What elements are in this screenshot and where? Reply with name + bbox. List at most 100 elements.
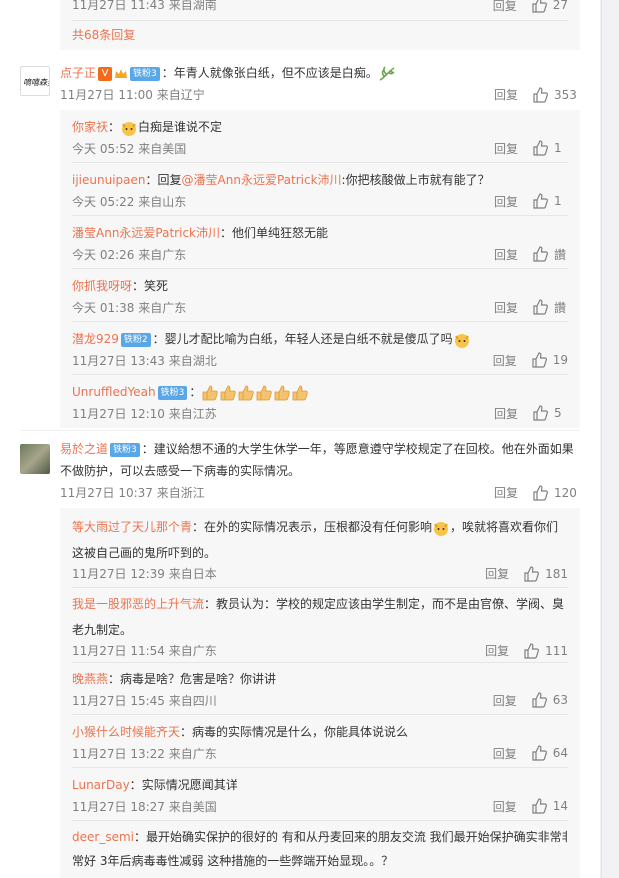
reply-button[interactable]: 回复 — [493, 0, 517, 14]
comment-text: 不做防护，可以去感受一下病毒的实际情况。 — [60, 464, 301, 478]
reply-meta: 11月27日 15:45 来自四川 — [72, 694, 217, 708]
reply-username[interactable]: UnruffledYeah — [72, 385, 156, 399]
reply-button[interactable]: 回复 — [494, 193, 518, 210]
reply-row: LunarDay：实际情况愿闻其详 11月27日 18:27 来自美国 回复 1… — [72, 778, 568, 815]
reply-row: 小猴什么时候能齐天：病毒的实际情况是什么，你能具体说说么 11月27日 13:2… — [72, 725, 568, 762]
like-count: 64 — [552, 746, 568, 760]
avatar[interactable] — [20, 444, 50, 474]
like-icon[interactable] — [531, 745, 547, 761]
comment-text: 建议給想不通的大学生休学一年，等愿意遵守学校规定了在回校。他在外面如果 — [153, 442, 574, 456]
reply-button[interactable]: 回复 — [493, 745, 517, 762]
comment-username[interactable]: 点子正 — [60, 66, 96, 80]
reply-row: deer_semi：最开始确实保护的很好的 有和从丹麦回来的朋友交流 我们最开始… — [72, 825, 568, 873]
thumbs-up-emoji-icon — [274, 385, 291, 400]
fan-badge: 铁粉2 — [120, 332, 151, 347]
reply-text: 常好 3年后病毒毒性减弱 这种措施的一些弊端开始显现。。？ — [72, 854, 394, 868]
reply-username[interactable]: 潜龙929 — [72, 332, 119, 346]
reply-row: 潘莹Ann永远爱Patrick沛川：他们单纯狂怒无能 今天 02:26 来自广东… — [72, 226, 567, 263]
reply-row: 你抓我呀呀：笑死 今天 01:38 来自广东 回复 讚 — [72, 279, 567, 316]
like-count: 19 — [552, 353, 568, 367]
leaf-emoji-icon — [379, 65, 395, 81]
reply-meta: 11月27日 13:22 来自广东 — [72, 747, 217, 761]
thumbs-up-emoji-row — [201, 385, 309, 400]
reply-button[interactable]: 回复 — [494, 84, 518, 106]
reply-text: 在外的实际情况表示，压根都没有任何影响 — [204, 520, 433, 534]
like-icon[interactable] — [532, 246, 548, 262]
reply-row: 我是一股邪恶的上升气流：教员认为：学校的规定应该由学生制定，而不是由官僚、学阀、… — [72, 597, 568, 659]
thumbs-up-emoji-icon — [202, 385, 219, 400]
thumbs-up-emoji-icon — [238, 385, 255, 400]
reply-username[interactable]: 你家祆 — [72, 120, 108, 134]
reply-prefix: 回复 — [157, 173, 182, 187]
like-icon[interactable] — [531, 798, 547, 814]
like-count: 120 — [554, 486, 577, 500]
like-count: 1 — [554, 194, 562, 208]
like-count: 讚 — [554, 300, 567, 315]
reply-username[interactable]: 小猴什么时候能齐天 — [72, 725, 180, 739]
reply-username[interactable]: 你抓我呀呀 — [72, 279, 132, 293]
like-icon[interactable] — [531, 0, 547, 13]
comment-list: 11月27日 11:43 来自湖南 回复 27 共68条回复 嘀嘻森麦 点子正V… — [0, 0, 600, 878]
reply-meta: 今天 05:22 来自山东 — [72, 195, 187, 209]
reply-text: 病毒是啥？危害是啥？你讲讲 — [120, 672, 277, 686]
reply-text: 病毒的实际情况是什么，你能具体说说么 — [192, 725, 409, 739]
reply-button[interactable]: 回复 — [494, 140, 518, 157]
reply-button[interactable]: 回复 — [485, 566, 509, 582]
reply-username[interactable]: LunarDay — [72, 778, 130, 792]
like-icon[interactable] — [531, 352, 547, 368]
reply-username[interactable]: ijieunuipaen — [72, 173, 146, 187]
comment-meta: 11月27日 10:37 来自浙江 — [60, 486, 205, 500]
cat-emoji-icon — [434, 521, 449, 536]
comment: 点子正 V 铁粉3 ：年青人就像张白纸，但不应该是白痴。 11月27日 11:00 来… — [60, 62, 580, 106]
comment-username[interactable]: 易於之道 — [60, 442, 108, 456]
like-icon[interactable] — [532, 193, 548, 209]
like-icon[interactable] — [532, 87, 548, 103]
reply-button[interactable]: 回复 — [485, 643, 509, 659]
reply-meta: 11月27日 11:54 来自广东 — [72, 644, 217, 658]
more-replies-link[interactable]: 共68条回复 — [72, 22, 568, 48]
reply-button[interactable]: 回复 — [494, 405, 518, 422]
reply-text: 实际情况愿闻其详 — [141, 778, 238, 792]
like-icon[interactable] — [531, 692, 547, 708]
reply-username[interactable]: deer_semi — [72, 830, 134, 844]
like-icon[interactable] — [532, 140, 548, 156]
fan-badge: 铁粉3 — [110, 442, 140, 457]
cat-emoji-icon — [454, 333, 469, 348]
thumbs-up-emoji-icon — [292, 385, 309, 400]
reply-row: 晚燕燕：病毒是啥？危害是啥？你讲讲 11月27日 15:45 来自四川 回复 6… — [72, 672, 568, 709]
reply-username[interactable]: 我是一股邪恶的上升气流 — [72, 597, 204, 611]
reply-button[interactable]: 回复 — [493, 692, 517, 709]
reply-row: 等大雨过了天儿那个青：在外的实际情况表示，压根都没有任何影响 ，唉就将喜欢看你们 … — [72, 520, 568, 582]
reply-text: 白痴是谁说不定 — [138, 120, 223, 134]
mention-link[interactable]: @潘莹Ann永远爱Patrick沛川 — [182, 173, 342, 187]
like-count: 14 — [552, 799, 568, 813]
reply-meta: 今天 01:38 来自广东 — [72, 301, 187, 315]
scrollbar[interactable] — [601, 0, 619, 878]
reply-text: 他们单纯狂怒无能 — [232, 226, 329, 240]
like-icon[interactable] — [532, 299, 548, 315]
like-icon[interactable] — [523, 566, 540, 582]
reply-username[interactable]: 潘莹Ann永远爱Patrick沛川 — [72, 226, 220, 240]
avatar[interactable]: 嘀嘻森麦 — [20, 66, 56, 96]
reply-username[interactable]: 晚燕燕 — [72, 672, 108, 686]
reply-row: 潜龙929 铁粉2 ：婴儿才配比喻为白纸，年轻人还是白纸不就是傻瓜了吗 11月27日… — [72, 332, 568, 369]
reply-button[interactable]: 回复 — [494, 482, 518, 504]
like-icon[interactable] — [532, 405, 548, 421]
reply-button[interactable]: 回复 — [493, 352, 517, 369]
comment-meta: 11月27日 11:00 来自辽宁 — [60, 88, 205, 102]
reply-username[interactable]: 等大雨过了天儿那个青 — [72, 520, 192, 534]
comment: 易於之道 铁粉3 ：建议給想不通的大学生休学一年，等愿意遵守学校规定了在回校。他在外… — [60, 438, 580, 504]
like-count: 5 — [554, 406, 562, 420]
reply-row: UnruffledYeah 铁粉3： 11月27日 12:10 来自江苏 回复 5 — [72, 379, 568, 422]
reply-button[interactable]: 回复 — [494, 246, 518, 263]
reply-row: 你家祆： 白痴是谁说不定 今天 05:52 来自美国 回复 1 — [72, 114, 568, 157]
reply-meta: 11月27日 13:43 来自湖北 — [72, 354, 217, 368]
like-icon[interactable] — [532, 485, 548, 501]
reply-button[interactable]: 回复 — [494, 299, 518, 316]
fan-badge: 铁粉3 — [157, 385, 188, 400]
comment-text: 年青人就像张白纸，但不应该是白痴。 — [173, 66, 378, 80]
like-icon[interactable] — [523, 643, 540, 659]
reply-meta: 今天 05:52 来自美国 — [72, 142, 187, 156]
reply-button[interactable]: 回复 — [493, 798, 517, 815]
like-count: 111 — [545, 644, 568, 658]
